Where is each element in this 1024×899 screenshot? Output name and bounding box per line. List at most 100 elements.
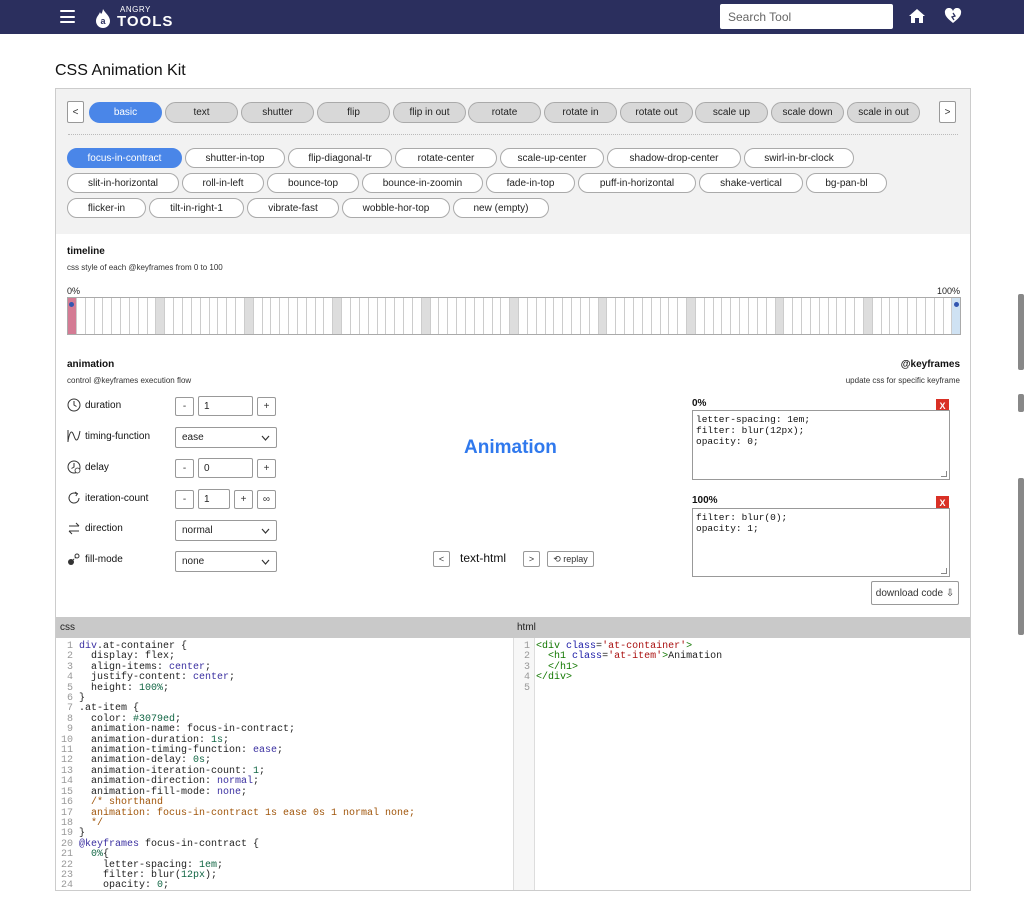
timeline-cell[interactable] (722, 298, 732, 334)
timeline-cell[interactable] (793, 298, 803, 334)
timeline-cell[interactable] (625, 298, 634, 334)
animation-new-empty[interactable]: new (empty) (453, 198, 549, 218)
delay-input[interactable]: 0 (198, 458, 253, 478)
iteration-increment-button[interactable]: + (234, 490, 253, 509)
timeline-cell[interactable] (271, 298, 281, 334)
timeline-cell[interactable] (784, 298, 794, 334)
timeline-cell[interactable] (952, 298, 961, 334)
animation-tilt-in-right-1[interactable]: tilt-in-right-1 (149, 198, 244, 218)
timeline-cell[interactable] (819, 298, 829, 334)
timeline-cell[interactable] (315, 298, 325, 334)
timeline-cell[interactable] (501, 298, 511, 334)
timeline-cell[interactable] (147, 298, 157, 334)
keyframe-100-css-textarea[interactable]: filter: blur(0); opacity: 1; (692, 508, 950, 577)
timeline-cell[interactable] (377, 298, 387, 334)
iteration-decrement-button[interactable]: - (175, 490, 194, 509)
animation-fade-in-top[interactable]: fade-in-top (486, 173, 575, 193)
tab-scale-in-out[interactable]: scale in out (847, 102, 920, 123)
timeline-cell[interactable] (669, 298, 679, 334)
tab-rotate-in[interactable]: rotate in (544, 102, 617, 123)
tab-text[interactable]: text (165, 102, 238, 123)
timeline-cell[interactable] (642, 298, 652, 334)
timeline-cell[interactable] (103, 298, 113, 334)
timeline-cell[interactable] (589, 298, 599, 334)
scrollbar-marker[interactable] (1018, 478, 1024, 635)
timeline-cell[interactable] (917, 298, 926, 334)
animation-shadow-drop-center[interactable]: shadow-drop-center (607, 148, 741, 168)
timeline-cell[interactable] (943, 298, 953, 334)
timeline-cell[interactable] (227, 298, 237, 334)
timeline-cell[interactable] (368, 298, 378, 334)
animation-flip-diagonal-tr[interactable]: flip-diagonal-tr (288, 148, 392, 168)
timeline-cell[interactable] (651, 298, 661, 334)
tabs-prev-button[interactable]: < (67, 101, 84, 123)
timeline-cell[interactable] (598, 298, 608, 334)
timeline-cell[interactable] (846, 298, 856, 334)
animation-swirl-in-br-clock[interactable]: swirl-in-br-clock (744, 148, 854, 168)
scrollbar-marker[interactable] (1018, 394, 1024, 412)
duration-increment-button[interactable]: + (257, 397, 276, 416)
duration-decrement-button[interactable]: - (175, 397, 194, 416)
site-logo[interactable]: a ANGRY TOOLS (95, 6, 173, 29)
animation-scale-up-center[interactable]: scale-up-center (500, 148, 604, 168)
timeline-cell[interactable] (802, 298, 811, 334)
timeline-cell[interactable] (837, 298, 847, 334)
tab-rotate[interactable]: rotate (468, 102, 541, 123)
timeline-cell[interactable] (324, 298, 334, 334)
timeline-cell[interactable] (85, 298, 95, 334)
timeline-cell[interactable] (94, 298, 104, 334)
timeline-cell[interactable] (430, 298, 440, 334)
timeline-cell[interactable] (519, 298, 528, 334)
timeline-cell[interactable] (899, 298, 909, 334)
timeline-cell[interactable] (174, 298, 183, 334)
timeline-cell[interactable] (634, 298, 643, 334)
animation-bounce-in-zoomin[interactable]: bounce-in-zoomin (362, 173, 483, 193)
hamburger-menu-icon[interactable] (60, 10, 75, 23)
timeline-cell[interactable] (236, 298, 245, 334)
timeline-cell[interactable] (68, 298, 77, 334)
timeline-cell[interactable] (262, 298, 272, 334)
timeline-cell[interactable] (545, 298, 555, 334)
heart-icon[interactable] (944, 8, 962, 24)
tab-flip[interactable]: flip (317, 102, 390, 123)
download-code-button[interactable]: download code ⇩ (871, 581, 959, 605)
timeline-cell[interactable] (182, 298, 192, 334)
timeline-cell[interactable] (510, 298, 520, 334)
animation-puff-in-horizontal[interactable]: puff-in-horizontal (578, 173, 696, 193)
timeline-cell[interactable] (200, 298, 210, 334)
timeline-cell[interactable] (890, 298, 900, 334)
timeline-cell[interactable] (297, 298, 307, 334)
timing-function-select[interactable]: ease (175, 427, 277, 448)
timeline-cell[interactable] (925, 298, 935, 334)
timeline-cell[interactable] (191, 298, 201, 334)
timeline-cell[interactable] (448, 298, 458, 334)
timeline-cell[interactable] (404, 298, 413, 334)
timeline-cell[interactable] (165, 298, 175, 334)
timeline-cell[interactable] (881, 298, 891, 334)
css-code-editor[interactable]: 1 2 3 4 5 6 7 8 9 10 11 12 13 14 15 16 17 18 19 20 21 22 23 24 … (56, 638, 513, 890)
timeline-cell[interactable] (457, 298, 466, 334)
timeline-cell[interactable] (934, 298, 944, 334)
preview-next-button[interactable]: > (523, 551, 540, 567)
scrollbar-marker[interactable] (1018, 294, 1024, 370)
timeline-cell[interactable] (253, 298, 263, 334)
timeline-cell[interactable] (775, 298, 785, 334)
timeline-cell[interactable] (527, 298, 537, 334)
search-input[interactable] (720, 4, 893, 29)
iteration-count-input[interactable]: 1 (198, 489, 230, 509)
timeline-cell[interactable] (129, 298, 139, 334)
animation-vibrate-fast[interactable]: vibrate-fast (247, 198, 339, 218)
timeline-cell[interactable] (563, 298, 573, 334)
timeline-cell[interactable] (112, 298, 122, 334)
timeline-cell[interactable] (333, 298, 343, 334)
timeline-cell[interactable] (695, 298, 705, 334)
animation-wobble-hor-top[interactable]: wobble-hor-top (342, 198, 450, 218)
timeline-cell[interactable] (386, 298, 396, 334)
tab-rotate-out[interactable]: rotate out (620, 102, 693, 123)
timeline-cell[interactable] (483, 298, 493, 334)
timeline-cell[interactable] (474, 298, 484, 334)
animation-slit-in-horizontal[interactable]: slit-in-horizontal (67, 173, 179, 193)
timeline-cell[interactable] (766, 298, 776, 334)
timeline-cell[interactable] (704, 298, 714, 334)
animation-roll-in-left[interactable]: roll-in-left (182, 173, 264, 193)
